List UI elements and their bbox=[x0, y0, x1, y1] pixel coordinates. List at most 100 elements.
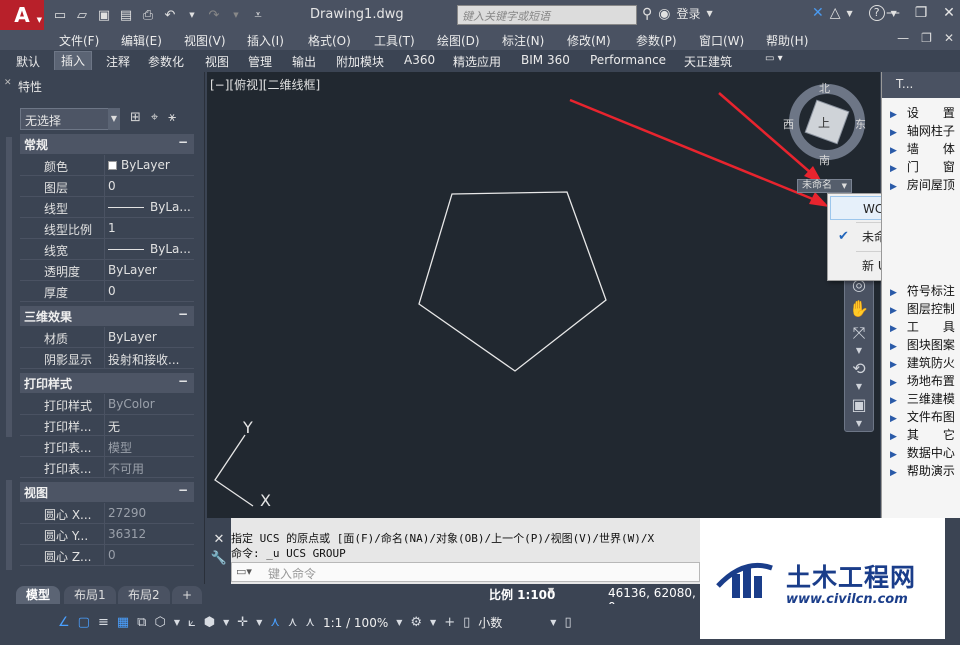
showmotion-icon[interactable]: ▣ bbox=[845, 393, 873, 417]
doc-close-icon[interactable]: ✕ bbox=[944, 31, 954, 45]
3dsnap-dropdown-icon[interactable]: ▼ bbox=[174, 618, 180, 627]
gizmo-icon[interactable]: ✛ bbox=[237, 615, 248, 630]
menu-icon[interactable]: ≡ bbox=[98, 615, 109, 630]
palette-item[interactable]: ▶ 门 窗 bbox=[890, 158, 955, 175]
snap-icon[interactable]: ▢ bbox=[78, 615, 90, 630]
section-header[interactable]: 视图 − bbox=[20, 482, 194, 502]
quick-properties-icon[interactable]: ▯ bbox=[463, 615, 470, 630]
user-icon[interactable]: ◉ bbox=[658, 6, 670, 22]
property-value[interactable]: ByColor bbox=[108, 397, 194, 411]
a360-dropdown-icon[interactable]: ▼ bbox=[847, 9, 853, 18]
toggle-pickadd-icon[interactable]: ⊞ bbox=[130, 110, 141, 125]
selection-dropdown-arrow-icon[interactable]: ▼ bbox=[108, 108, 120, 130]
isodraft-dropdown-icon[interactable]: ▼ bbox=[223, 618, 229, 627]
property-value[interactable]: ByLayer bbox=[108, 263, 194, 277]
workspace-dropdown-icon[interactable]: ▼ bbox=[430, 618, 436, 627]
collapse-icon[interactable]: − bbox=[178, 483, 188, 497]
selection-cycle-icon[interactable]: ⧉ bbox=[137, 615, 146, 630]
gizmo-dropdown-icon[interactable]: ▼ bbox=[256, 618, 262, 627]
palette-item[interactable]: ▶ 文件布图 bbox=[890, 408, 955, 425]
property-value[interactable]: 0 bbox=[108, 179, 194, 193]
menu-tools[interactable]: 工具(T) bbox=[374, 32, 415, 49]
navbar-dropdown-icon[interactable]: ▼ bbox=[845, 417, 873, 431]
tab-output[interactable]: 输出 bbox=[292, 53, 316, 70]
quick-select-icon[interactable]: ⚹ bbox=[168, 110, 176, 125]
menu-file[interactable]: 文件(F) bbox=[59, 32, 99, 49]
property-row[interactable]: 打印样式 ByColor bbox=[20, 394, 194, 415]
new-file-icon[interactable]: ▭ bbox=[52, 7, 68, 23]
redo-dropdown-icon[interactable]: ▼ bbox=[228, 7, 244, 23]
property-row[interactable]: 打印表... 模型 bbox=[20, 436, 194, 457]
palette-item[interactable]: ▶ 场地布置 bbox=[890, 372, 955, 389]
undo-icon[interactable]: ↶ bbox=[162, 7, 178, 23]
selection-dropdown[interactable]: 无选择 bbox=[20, 108, 120, 130]
property-row[interactable]: 线型 ByLa... bbox=[20, 197, 194, 218]
annotation-visibility-icon[interactable]: ⋏ bbox=[270, 615, 280, 630]
property-value[interactable]: 模型 bbox=[108, 439, 194, 456]
select-objects-icon[interactable]: ⌖ bbox=[151, 110, 158, 125]
menu-modify[interactable]: 修改(M) bbox=[567, 32, 611, 49]
compass-west[interactable]: 西 bbox=[783, 118, 794, 131]
command-close-icon[interactable]: ✕ bbox=[207, 532, 231, 547]
property-value[interactable]: 1 bbox=[108, 221, 194, 235]
property-value[interactable]: 36312 bbox=[108, 527, 194, 541]
dynamic-ucs-icon[interactable]: ⟀ bbox=[188, 615, 196, 630]
tab-insert[interactable]: 插入 bbox=[54, 51, 93, 70]
add-layout-icon[interactable]: + bbox=[172, 586, 203, 604]
property-value[interactable]: 27290 bbox=[108, 506, 194, 520]
property-value[interactable]: 0 bbox=[108, 548, 194, 562]
property-row[interactable]: 圆心 Y... 36312 bbox=[20, 524, 194, 545]
property-value[interactable]: ByLayer bbox=[108, 330, 194, 344]
annotation-scale[interactable]: 比例 1:100 bbox=[489, 586, 555, 603]
close-icon[interactable]: ✕ bbox=[942, 5, 956, 21]
orbit-icon[interactable]: ⟲ bbox=[845, 357, 873, 381]
orbit-dropdown-icon[interactable]: ▼ bbox=[845, 381, 873, 393]
drawing-viewport[interactable]: [−][俯视][二维线框] Y X 上 北 南 东 西 未命名 ▼ ◎ ✋ ⤧ … bbox=[207, 72, 880, 518]
palette-item[interactable]: ▶ 设 置 bbox=[890, 104, 955, 121]
menu-window[interactable]: 窗口(W) bbox=[699, 32, 744, 49]
compass-north[interactable]: 北 bbox=[819, 82, 830, 95]
login-button[interactable]: 登录 bbox=[676, 5, 700, 22]
zoom-icon[interactable]: ⤧ bbox=[845, 321, 873, 345]
menu-dimension[interactable]: 标注(N) bbox=[502, 32, 544, 49]
ucs-menu-button[interactable]: 未命名 ▼ bbox=[797, 179, 852, 193]
ribbon-options-icon[interactable]: ▭ ▾ bbox=[765, 53, 783, 64]
units-label[interactable]: 小数 bbox=[478, 614, 502, 631]
help-icon[interactable]: ? bbox=[868, 5, 885, 21]
property-value[interactable]: ByLa... bbox=[108, 200, 194, 214]
save-as-icon[interactable]: ▤ bbox=[118, 7, 134, 23]
grid-icon[interactable]: ▦ bbox=[117, 615, 129, 630]
tab-layout1[interactable]: 布局1 bbox=[64, 586, 116, 604]
save-icon[interactable]: ▣ bbox=[96, 7, 112, 23]
undo-dropdown-icon[interactable]: ▼ bbox=[184, 7, 200, 23]
palette-item[interactable]: ▶ 其 它 bbox=[890, 426, 955, 443]
binoculars-icon[interactable]: ⚲ bbox=[642, 6, 652, 22]
palette-item[interactable]: ▶ 符号标注 bbox=[890, 282, 955, 299]
palette-item[interactable]: ▶ 图层控制 bbox=[890, 300, 955, 317]
auto-scale-icon[interactable]: ⋏ bbox=[288, 615, 298, 630]
menu-parametric[interactable]: 参数(P) bbox=[636, 32, 677, 49]
tab-bim360[interactable]: BIM 360 bbox=[521, 53, 570, 67]
tab-a360[interactable]: A360 bbox=[404, 53, 435, 67]
workspace-gear-icon[interactable]: ⚙ bbox=[410, 615, 422, 630]
login-dropdown-icon[interactable]: ▼ bbox=[707, 9, 713, 18]
property-value[interactable]: ByLayer bbox=[108, 158, 194, 172]
tab-parametric[interactable]: 参数化 bbox=[148, 53, 184, 70]
palette-item[interactable]: ▶ 三维建模 bbox=[890, 390, 955, 407]
collapse-icon[interactable]: − bbox=[178, 307, 188, 321]
zoom-ratio-dropdown-icon[interactable]: ▼ bbox=[396, 618, 402, 627]
minimize-icon[interactable]: — bbox=[886, 5, 900, 21]
tab-performance[interactable]: Performance bbox=[590, 53, 666, 67]
search-input[interactable]: 键入关键字或短语 bbox=[457, 5, 637, 25]
isodraft-icon[interactable]: ⬢ bbox=[204, 615, 215, 630]
annotation-scale-icon[interactable]: ⋏ bbox=[305, 615, 315, 630]
property-row[interactable]: 圆心 Z... 0 bbox=[20, 545, 194, 566]
property-value[interactable]: ByLa... bbox=[108, 242, 194, 256]
collapse-icon[interactable]: − bbox=[178, 135, 188, 149]
3d-object-snap-icon[interactable]: ⬡ bbox=[154, 615, 165, 630]
property-value[interactable]: 投射和接收... bbox=[108, 351, 194, 368]
property-row[interactable]: 打印表... 不可用 bbox=[20, 457, 194, 478]
tab-addins[interactable]: 附加模块 bbox=[336, 53, 384, 70]
doc-minimize-icon[interactable]: — bbox=[897, 31, 909, 45]
collapse-icon[interactable]: − bbox=[178, 374, 188, 388]
